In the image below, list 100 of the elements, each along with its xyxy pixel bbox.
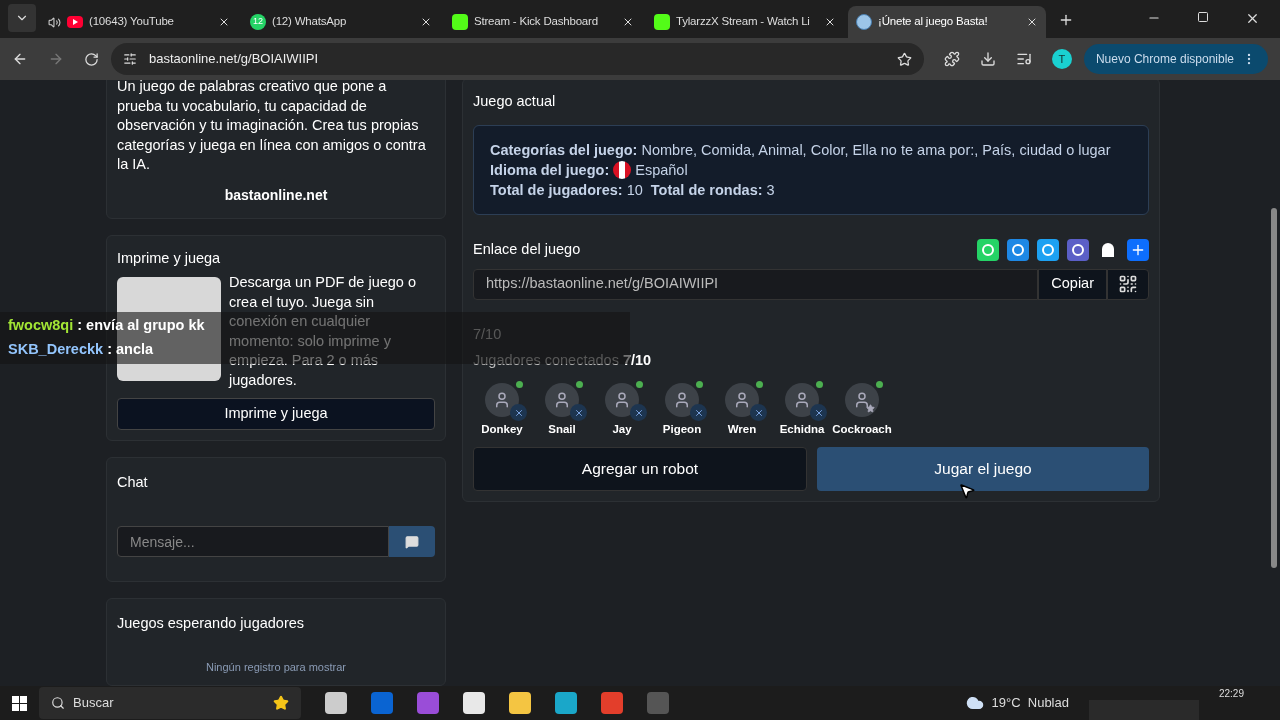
card-title: Chat [117, 473, 149, 493]
play-game-button[interactable]: Jugar el juego [817, 446, 1149, 491]
browser-tab[interactable]: TylarzzX Stream - Watch Li [646, 6, 844, 38]
sparkle-icon [273, 695, 289, 711]
close-icon[interactable] [1245, 11, 1260, 26]
remove-icon[interactable] [690, 404, 707, 422]
download-icon[interactable] [979, 51, 996, 67]
remove-icon[interactable] [570, 404, 587, 422]
player-avatar [725, 383, 759, 418]
remove-icon[interactable] [630, 404, 647, 422]
qr-code-icon [1118, 274, 1138, 295]
player-name: Cockroach [832, 422, 892, 438]
card-title: Juegos esperando jugadores [117, 614, 306, 633]
player-name: Jay [612, 422, 632, 438]
empty-message: Ningún registro para mostrar [205, 659, 347, 675]
player-avatar [785, 383, 819, 418]
player-name: Snail [548, 422, 576, 438]
tab-title: TylarzzX Stream - Watch Li [676, 14, 811, 30]
info-value: Nombre, Comida, Animal, Color, Ella no te ama por:, País, ciudad o lugar [641, 140, 1111, 160]
new-tab-icon[interactable] [1058, 12, 1074, 28]
copy-button[interactable]: Copiar [1038, 268, 1107, 300]
video-logo-icon [67, 16, 83, 28]
section-title: Enlace del juego [473, 239, 582, 259]
player-name: Donkey [481, 422, 523, 438]
close-icon[interactable] [824, 16, 836, 28]
media-control-icon[interactable] [1015, 51, 1032, 67]
search-placeholder: Buscar [73, 694, 115, 713]
print-description: Descarga un PDF de juego o crea el tuyo. Juega sin conexión en cualquier momento: solo imprime y empieza. Para 2 o más jugadores. [229, 273, 417, 390]
taskbar-app-icon[interactable] [509, 692, 531, 714]
site-settings-icon[interactable] [123, 52, 137, 66]
update-chrome-button[interactable]: Nuevo Chrome disponible [1083, 44, 1268, 74]
taskbar-search-field[interactable]: Buscar [39, 687, 301, 719]
player-avatar [845, 383, 879, 418]
tab-title: (12) WhatsApp [272, 14, 348, 30]
player-avatar [605, 383, 639, 418]
tab-title: (10643) YouTube [89, 14, 175, 30]
tab-title: Stream - Kick Dashboard [474, 14, 599, 30]
cloud-icon [965, 694, 984, 712]
mouse-pointer-icon [958, 482, 976, 500]
clock-text: 22:29 [1218, 687, 1244, 701]
close-icon[interactable] [1026, 16, 1038, 28]
info-label: Total de jugadores: [490, 180, 623, 200]
taskbar-app-icon[interactable] [417, 692, 439, 714]
maximize-icon[interactable] [1197, 11, 1209, 23]
player-count: 7/10 [473, 324, 503, 344]
qr-code-button[interactable] [1107, 268, 1149, 300]
windows-logo-icon[interactable] [12, 695, 27, 711]
close-icon[interactable] [218, 16, 230, 28]
send-button[interactable] [389, 526, 435, 557]
star-icon [866, 404, 875, 414]
browser-tab[interactable]: 12 (12) WhatsApp [242, 6, 440, 38]
tab-title: ¡Únete al juego Basta! [878, 14, 989, 30]
about-text: Un juego de palabras creativo que pone a prueba tu vocabulario, tu capacidad de observación y tu imaginación. Crea tus propias categorías y juega en línea con amigos o contra la IA. [117, 80, 427, 174]
card-title: Imprime y juega [117, 248, 222, 268]
browser-tab[interactable]: (10643) YouTube [40, 6, 238, 38]
browser-tab[interactable]: Stream - Kick Dashboard [444, 6, 642, 38]
address-bar[interactable]: bastaonline.net/g/BOIAIWIIPI [111, 43, 924, 75]
player-avatar [545, 383, 579, 418]
url-text: bastaonline.net/g/BOIAIWIIPI [149, 50, 319, 69]
browser-tab[interactable]: ¡Únete al juego Basta! [848, 6, 1046, 38]
plus-icon[interactable] [1127, 238, 1149, 261]
card-title: Juego actual [473, 92, 557, 111]
chat-bubble-icon [405, 534, 419, 549]
tab-badge: 12 [250, 14, 266, 30]
speaker-icon[interactable] [48, 15, 61, 29]
chat-username: SKB_Dereckk [8, 340, 104, 360]
game-link-field[interactable]: https://bastaonline.net/g/BOIAIWIIPI [473, 268, 1039, 300]
extensions-icon[interactable] [943, 51, 960, 67]
back-icon[interactable] [12, 51, 28, 67]
info-label: Categorías del juego: [490, 140, 638, 160]
player-name: Echidna [779, 422, 825, 438]
info-label: Total de rondas: [650, 180, 763, 200]
taskbar-app-icon[interactable] [325, 692, 347, 714]
chat-username: fwocw8qi [8, 316, 74, 336]
search-icon [51, 696, 65, 710]
profile-avatar[interactable]: T [1051, 49, 1072, 69]
weather-text: 19°C Nublad [991, 694, 1069, 713]
close-icon[interactable] [420, 16, 432, 28]
player-name: Wren [727, 422, 757, 438]
info-value: 10 [626, 180, 643, 200]
taskbar-app-icon[interactable] [601, 692, 623, 714]
bookmark-star-icon[interactable] [896, 51, 912, 67]
info-value: 3 [766, 180, 775, 200]
chat-message: : envía al grupo kk [77, 316, 205, 336]
remove-icon[interactable] [810, 404, 827, 422]
close-icon[interactable] [622, 16, 634, 28]
reload-icon[interactable] [84, 51, 99, 67]
connected-players-text: Jugadores conectados 7/10 [473, 350, 653, 370]
taskbar-app-icon[interactable] [555, 692, 577, 714]
taskbar-app-icon[interactable] [463, 692, 485, 714]
add-robot-button[interactable]: Agregar un robot [473, 446, 807, 491]
remove-icon[interactable] [510, 404, 527, 422]
player-avatar [485, 383, 519, 418]
info-label: Idioma del juego: [490, 160, 610, 180]
player-name: Pigeon [662, 422, 702, 438]
site-name: bastaonline.net [223, 185, 329, 205]
print-play-button[interactable]: Imprime y juega [117, 398, 435, 431]
player-avatar [665, 383, 699, 418]
message-input[interactable]: Mensaje... [117, 526, 389, 557]
remove-icon[interactable] [750, 404, 767, 422]
